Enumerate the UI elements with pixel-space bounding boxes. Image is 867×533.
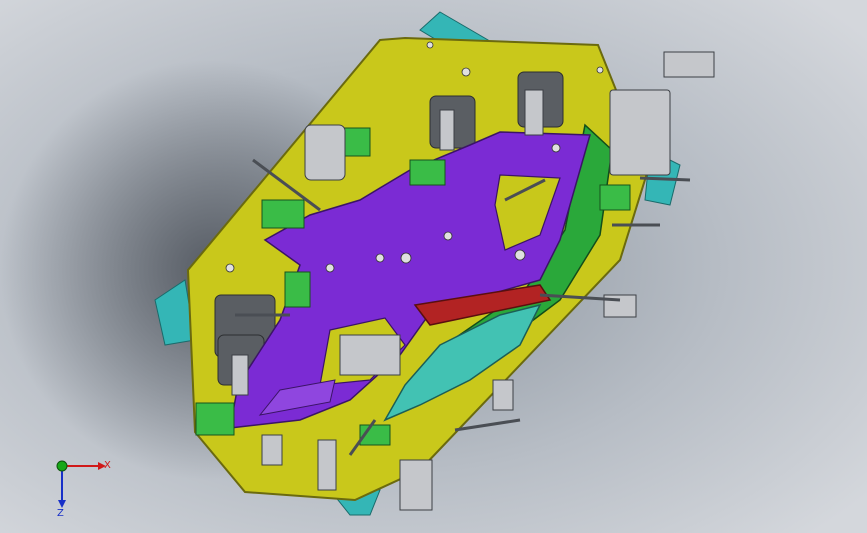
y-axis-dot (56, 460, 68, 472)
z-axis-arrow (58, 500, 66, 508)
z-axis-label: Z (57, 508, 64, 518)
fixture-model[interactable] (0, 0, 867, 533)
axis-triad: X Z (56, 460, 111, 518)
x-axis-label: X (104, 460, 111, 471)
model-viewport[interactable]: X Z (0, 0, 867, 533)
